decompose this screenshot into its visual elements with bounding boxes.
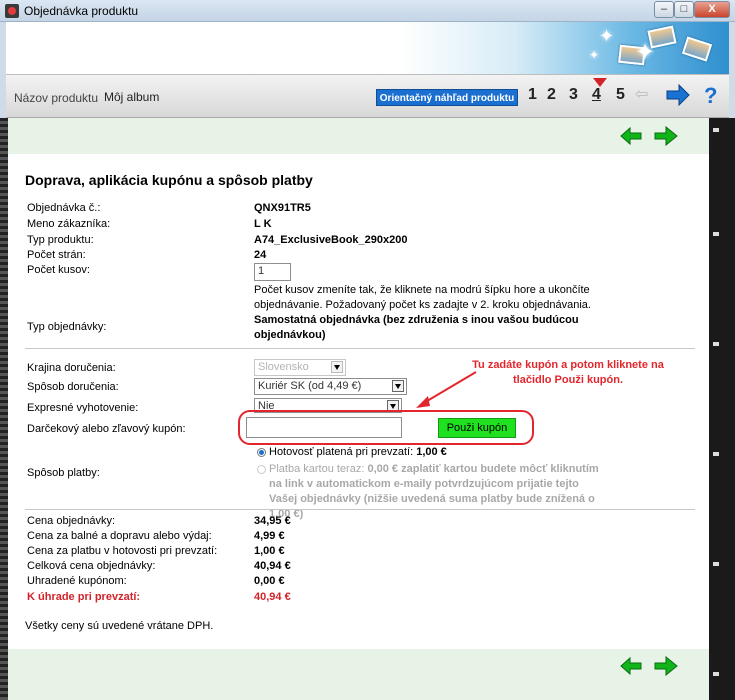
total-value: 1,00 € [254,545,285,557]
delivery-select[interactable]: Kuriér SK (od 4,49 €) [254,378,407,395]
help-icon[interactable]: ? [704,83,717,109]
total-label: Cena za balné a dopravu alebo výdaj: [27,530,212,542]
chevron-down-icon [331,361,343,373]
film-hole [713,562,719,566]
total-label: Cena objednávky: [27,515,116,527]
star-icon: ✦ [635,39,656,66]
window-titlebar: Objednávka produktu – □ X [0,0,735,22]
minimize-button[interactable]: – [654,1,674,18]
header-banner: ✦ ✦ ✦ [6,22,729,74]
film-strip-right [709,118,735,700]
film-strip-left [0,118,8,700]
order-number-label: Objednávka č.: [27,202,101,214]
page-count-value: 24 [254,249,267,261]
bottom-action-bar [8,649,709,700]
product-name-label: Názov produktu [14,91,99,105]
film-hole [713,342,719,346]
delivery-select-value: Kuriér SK (od 4,49 €) [258,380,362,392]
step-navbar: Názov produktu Môj album Orientačný náhľ… [6,74,729,118]
next-arrow-icon[interactable] [654,126,678,146]
order-type-value: Samostatná objednávka (bez združenia s i… [254,314,579,341]
step-1[interactable]: 1 [528,86,537,104]
amount-due-value: 40,94 € [254,591,291,603]
next-arrow-icon[interactable] [666,83,690,107]
step-3[interactable]: 3 [569,86,578,104]
app-icon [5,4,19,18]
total-value: 0,00 € [254,575,285,587]
section-divider [25,348,695,349]
back-arrow-icon: ⇦ [635,86,649,103]
coupon-highlight [238,410,534,445]
order-form: Doprava, aplikácia kupónu a spôsob platb… [8,118,709,700]
total-label: Cena za platbu v hotovosti pri prevzatí: [27,545,218,557]
order-type-label: Typ objednávky: [27,321,107,333]
payment-method-label: Spôsob platby: [27,467,100,479]
total-label: Uhradené kupónom: [27,575,127,587]
payment-card-option[interactable]: Platba kartou teraz: 0,00 € zaplatiť kar… [269,462,609,522]
customer-name-value: L K [254,218,272,230]
payment-card-amount: 0,00 € [367,463,399,475]
total-label: Celková cena objednávky: [27,560,156,572]
country-select[interactable]: Slovensko [254,359,346,376]
amount-due-label: K úhrade pri prevzatí: [27,591,141,603]
payment-cash-amount: 1,00 € [416,446,447,458]
total-value: 34,95 € [254,515,291,527]
star-icon: ✦ [589,48,600,62]
photo-graphic [681,36,713,62]
customer-name-label: Meno zákazníka: [27,218,111,230]
product-type-value: A74_ExclusiveBook_290x200 [254,234,408,246]
next-arrow-icon[interactable] [654,656,678,676]
window-title: Objednávka produktu [24,4,139,18]
annotation-arrow-icon [416,371,477,408]
film-hole [713,232,719,236]
step-2[interactable]: 2 [547,86,556,104]
quantity-input[interactable]: 1 [254,263,291,281]
album-name: Môj album [104,90,160,104]
order-number-value: QNX91TR5 [254,202,311,214]
page-title: Doprava, aplikácia kupónu a spôsob platb… [25,172,313,188]
product-preview-button[interactable]: Orientačný náhľad produktu [376,89,518,106]
vat-footnote: Všetky ceny sú uvedené vrátane DPH. [25,620,214,632]
back-arrow-icon[interactable] [620,127,644,145]
section-divider [25,509,695,510]
payment-card-text: Platba kartou teraz: [269,463,365,475]
coupon-annotation: Tu zadáte kupón a potom kliknete na tlač… [472,359,664,386]
step-5[interactable]: 5 [616,86,625,104]
close-button[interactable]: X [694,1,730,18]
film-hole [713,452,719,456]
step-4[interactable]: 4 [592,86,601,104]
coupon-label: Darčekový alebo zľavový kupón: [27,423,186,435]
delivery-label: Spôsob doručenia: [27,381,119,393]
top-action-bar [8,118,709,154]
quantity-note: Počet kusov zmeníte tak, že kliknete na … [254,284,591,311]
express-label: Expresné vyhotovenie: [27,402,139,414]
country-label: Krajina doručenia: [27,362,116,374]
chevron-down-icon [392,380,404,392]
quantity-label: Počet kusov: [27,264,90,276]
total-value: 4,99 € [254,530,285,542]
page-count-label: Počet strán: [27,249,86,261]
maximize-button[interactable]: □ [674,1,694,18]
country-select-value: Slovensko [258,361,309,373]
payment-cash-radio[interactable] [257,448,266,457]
payment-cash-option[interactable]: Hotovosť platená pri prevzatí: 1,00 € [269,446,447,458]
film-hole [713,128,719,132]
banner-graphic: ✦ ✦ ✦ [399,22,729,74]
product-type-label: Typ produktu: [27,234,94,246]
payment-cash-text: Hotovosť platená pri prevzatí: [269,446,414,458]
total-value: 40,94 € [254,560,291,572]
payment-card-radio[interactable] [257,465,266,474]
film-hole [713,672,719,676]
back-arrow-icon[interactable] [620,657,644,675]
star-icon: ✦ [599,26,615,46]
